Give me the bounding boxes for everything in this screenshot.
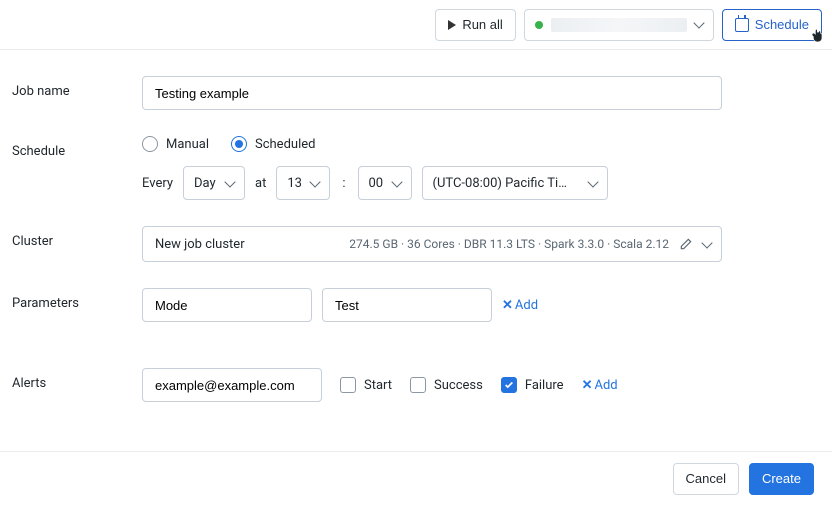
interval-unit-select[interactable]: Day	[183, 166, 245, 200]
every-label: Every	[142, 176, 173, 191]
job-name-input[interactable]	[142, 76, 722, 110]
label-job-name: Job name	[12, 76, 142, 110]
checkbox-icon	[340, 377, 356, 393]
chevron-down-icon	[701, 237, 712, 248]
timezone-value: (UTC-08:00) Pacific Ti…	[433, 176, 567, 191]
label-alerts: Alerts	[12, 368, 142, 402]
alert-start-label: Start	[364, 378, 392, 393]
radio-icon	[231, 136, 247, 152]
create-button[interactable]: Create	[749, 463, 814, 495]
job-form: Job name Schedule Manual Scheduled Every	[0, 50, 832, 451]
calendar-icon	[735, 18, 749, 32]
chevron-down-icon	[693, 17, 704, 28]
label-schedule: Schedule	[12, 136, 142, 200]
checkbox-icon	[410, 377, 426, 393]
compute-name-placeholder	[551, 18, 687, 32]
parameter-key-input[interactable]	[142, 288, 312, 322]
minute-select[interactable]: 00	[358, 166, 412, 200]
schedule-button[interactable]: Schedule	[722, 9, 822, 41]
row-parameters: Parameters ✕ Add	[12, 288, 820, 322]
cancel-label: Cancel	[686, 471, 726, 486]
add-parameter-button[interactable]: ✕ Add	[502, 298, 538, 313]
hour-select[interactable]: 13	[276, 166, 330, 200]
plus-icon: ✕	[502, 298, 513, 313]
checkbox-icon	[501, 377, 517, 393]
radio-label-manual: Manual	[166, 137, 209, 152]
play-icon	[448, 20, 456, 30]
radio-icon	[142, 136, 158, 152]
chevron-down-icon	[224, 176, 235, 187]
cluster-name: New job cluster	[155, 237, 245, 252]
alert-failure-checkbox[interactable]: Failure	[501, 377, 564, 393]
schedule-mode-scheduled[interactable]: Scheduled	[231, 136, 315, 152]
add-parameter-label: Add	[515, 298, 538, 313]
row-job-name: Job name	[12, 76, 820, 110]
label-cluster: Cluster	[12, 226, 142, 262]
chevron-down-icon	[587, 176, 598, 187]
add-alert-button[interactable]: ✕ Add	[582, 378, 618, 393]
cluster-spec: 274.5 GB · 36 Cores · DBR 11.3 LTS · Spa…	[349, 237, 669, 251]
add-alert-label: Add	[594, 378, 617, 393]
schedule-mode-manual[interactable]: Manual	[142, 136, 209, 152]
create-label: Create	[762, 471, 801, 486]
interval-unit-value: Day	[194, 176, 216, 191]
run-all-button[interactable]: Run all	[435, 9, 515, 41]
cluster-selector[interactable]: New job cluster 274.5 GB · 36 Cores · DB…	[142, 226, 722, 262]
chevron-down-icon	[310, 176, 321, 187]
run-all-label: Run all	[462, 17, 502, 32]
topbar: Run all Schedule	[0, 0, 832, 50]
cancel-button[interactable]: Cancel	[673, 463, 739, 495]
status-dot-icon	[535, 21, 543, 29]
alert-failure-label: Failure	[525, 378, 564, 393]
at-label: at	[255, 176, 266, 191]
alert-start-checkbox[interactable]: Start	[340, 377, 392, 393]
dialog-footer: Cancel Create	[0, 451, 832, 505]
row-cluster: Cluster New job cluster 274.5 GB · 36 Co…	[12, 226, 820, 262]
compute-resource-selector[interactable]	[524, 9, 714, 41]
radio-label-scheduled: Scheduled	[255, 137, 315, 152]
minute-value: 00	[369, 176, 384, 191]
alert-email-input[interactable]	[142, 368, 322, 402]
parameter-value-input[interactable]	[322, 288, 492, 322]
edit-icon[interactable]	[679, 237, 693, 251]
alert-success-label: Success	[434, 378, 483, 393]
row-schedule: Schedule Manual Scheduled Every Day at	[12, 136, 820, 200]
time-colon: :	[340, 176, 347, 191]
hour-value: 13	[287, 176, 302, 191]
label-parameters: Parameters	[12, 288, 142, 322]
schedule-button-label: Schedule	[755, 17, 809, 32]
row-alerts: Alerts Start Success Failure	[12, 368, 820, 402]
chevron-down-icon	[391, 176, 402, 187]
plus-icon: ✕	[582, 378, 593, 393]
timezone-select[interactable]: (UTC-08:00) Pacific Ti…	[422, 166, 608, 200]
alert-success-checkbox[interactable]: Success	[410, 377, 483, 393]
